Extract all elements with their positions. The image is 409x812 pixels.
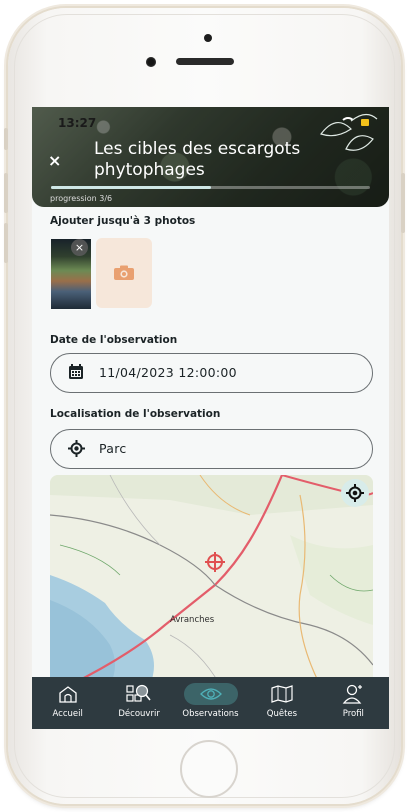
- tab-label: Profil: [342, 709, 364, 719]
- mute-switch: [4, 128, 8, 150]
- home-icon: [59, 686, 77, 703]
- tab-quetes[interactable]: Quêtes: [246, 677, 317, 729]
- map-locate-button[interactable]: [341, 479, 369, 507]
- tab-label: Quêtes: [266, 709, 298, 719]
- map-town-label: Avranches: [170, 615, 215, 625]
- location-value: Parc: [99, 441, 127, 456]
- eye-icon: [199, 688, 222, 700]
- volume-up-button: [4, 173, 8, 213]
- volume-down-button: [4, 223, 8, 263]
- discover-icon: [126, 684, 151, 702]
- status-time: 13:27: [58, 116, 97, 130]
- bottom-tab-bar: Accueil Découvrir Observations Quêtes Pr…: [32, 677, 389, 729]
- add-photo-button[interactable]: [96, 238, 152, 308]
- date-label: Date de l'observation: [50, 334, 178, 346]
- location-map[interactable]: Avranches: [50, 475, 373, 685]
- quest-header: 13:27 × Les cibles des escargots phytoph…: [32, 107, 389, 207]
- progress-bar: [51, 186, 370, 189]
- calendar-icon: [69, 364, 83, 379]
- power-button: [401, 173, 405, 233]
- app-screen: 13:27 × Les cibles des escargots phytoph…: [32, 107, 389, 729]
- profile-icon: [342, 684, 363, 704]
- photos-label: Ajouter jusqu'à 3 photos: [50, 215, 196, 227]
- tab-profil[interactable]: Profil: [318, 677, 389, 729]
- map-icon: [271, 685, 293, 703]
- date-field[interactable]: 11/04/2023 12:00:00: [50, 353, 373, 393]
- earpiece-speaker: [176, 58, 234, 65]
- front-camera: [146, 57, 156, 67]
- tab-label: Observations: [182, 709, 239, 719]
- crosshair-icon: [346, 484, 364, 502]
- camera-icon: [114, 265, 134, 280]
- tab-decouvrir[interactable]: Découvrir: [103, 677, 174, 729]
- location-label: Localisation de l'observation: [50, 408, 221, 420]
- progress-label: progression 3/6: [50, 194, 113, 203]
- tab-accueil[interactable]: Accueil: [32, 677, 103, 729]
- date-value: 11/04/2023 12:00:00: [99, 365, 237, 380]
- location-field[interactable]: Parc: [50, 429, 373, 469]
- home-button[interactable]: [180, 740, 238, 798]
- progress-bar-fill: [51, 186, 211, 189]
- map-tiles: [50, 475, 373, 685]
- remove-photo-button[interactable]: ×: [71, 239, 88, 256]
- tab-label: Découvrir: [118, 709, 160, 719]
- tab-label: Accueil: [52, 709, 83, 719]
- quest-title: Les cibles des escargots phytophages: [94, 139, 301, 180]
- proximity-sensor: [204, 34, 212, 42]
- tab-observations[interactable]: Observations: [175, 677, 246, 729]
- close-button[interactable]: ×: [48, 153, 61, 169]
- locate-target-icon: [68, 440, 85, 457]
